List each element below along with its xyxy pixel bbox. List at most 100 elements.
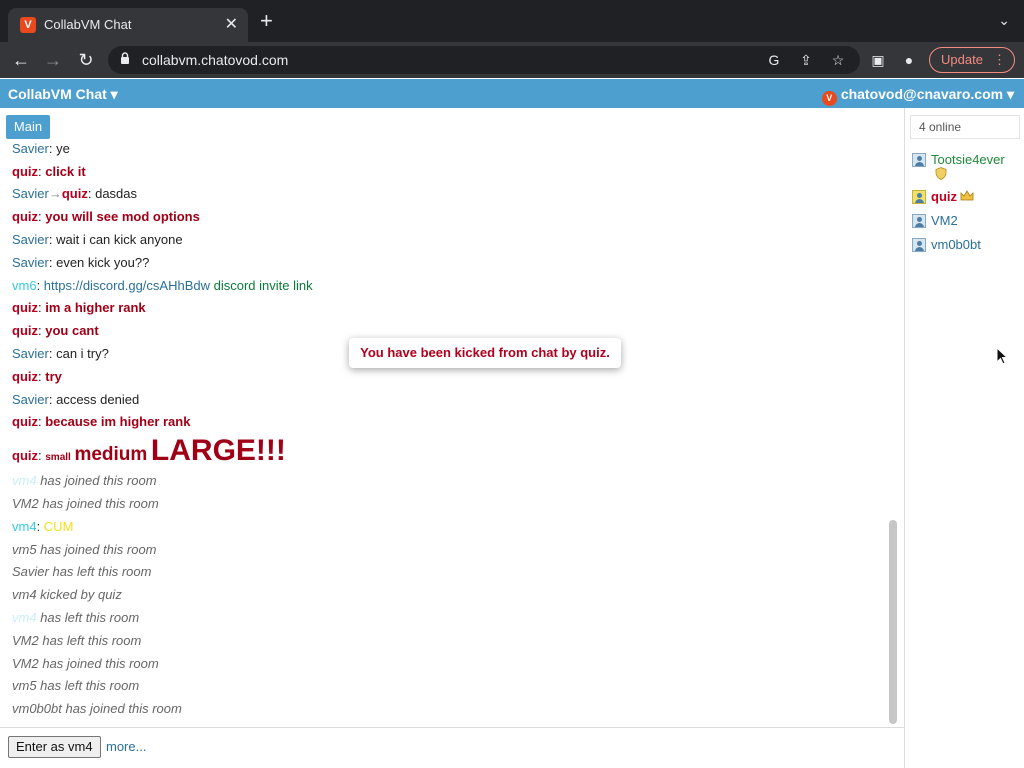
message-user[interactable]: Savier (12, 392, 49, 407)
message-text: even kick you?? (56, 255, 150, 270)
message-text: because im higher rank (45, 414, 191, 429)
message-text: you will see mod options (45, 209, 200, 224)
message-user[interactable]: quiz (12, 369, 38, 384)
message-user[interactable]: quiz (12, 300, 38, 315)
user-list-item[interactable]: vm0b0bt (912, 237, 981, 252)
chat-message: Savier→quiz: dasdas (12, 186, 137, 201)
user-list-item[interactable]: Tootsie4ever (912, 152, 1005, 167)
mouse-cursor-icon (996, 347, 1008, 365)
chat-message: Savier: ye (12, 141, 70, 156)
brand-label: CollabVM Chat (8, 86, 107, 102)
new-tab-icon[interactable]: + (260, 10, 273, 32)
message-user[interactable]: vm6 (12, 278, 37, 293)
system-message: vm4 has left this room (12, 610, 139, 625)
message-user[interactable]: quiz (12, 414, 38, 429)
close-tab-icon[interactable]: ✕ (225, 14, 238, 34)
system-message: VM2 has joined this room (12, 656, 159, 671)
update-button[interactable]: Update ⋮ (929, 47, 1015, 73)
system-message: vm4 has joined this room (12, 473, 157, 488)
discord-link[interactable]: https://discord.gg/csAHhBdw (44, 278, 210, 293)
message-text: CUM (43, 519, 74, 534)
user-email: chatovod@cnavaro.com (840, 86, 1004, 102)
message-user[interactable]: vm4 (12, 519, 37, 534)
chat-message: Savier: can i try? (12, 346, 109, 361)
message-text: wait i can kick anyone (56, 232, 183, 247)
chat-message: quiz: because im higher rank (12, 414, 190, 429)
chat-footer: Enter as vm4 more... (0, 727, 905, 768)
user-list-sidebar: 4 online Tootsie4ever quiz VM2 vm0b0bt (904, 108, 1024, 768)
user-name: quiz (931, 189, 957, 204)
update-label: Update (941, 52, 983, 67)
back-icon[interactable]: ← (9, 48, 33, 72)
tab-main[interactable]: Main (6, 115, 50, 139)
message-text: dasdas (95, 186, 138, 201)
message-user[interactable]: Savier (12, 255, 49, 270)
message-user[interactable]: quiz (12, 209, 38, 224)
separator: : (48, 346, 57, 361)
user-logo-icon: V (821, 91, 837, 106)
message-user[interactable]: quiz (12, 323, 38, 338)
chat-message: Savier: even kick you?? (12, 255, 149, 270)
message-user[interactable]: Savier (12, 141, 49, 156)
chevron-down-icon: ▾ (1006, 86, 1014, 102)
browser-toolbar: ← → ↻ collabvm.chatovod.com G ⇪ ☆ ▣ ● Up… (0, 42, 1024, 78)
separator: : (48, 141, 57, 156)
message-text: im a higher rank (45, 300, 146, 315)
separator: : (87, 186, 96, 201)
chat-message: Savier: access denied (12, 392, 139, 407)
message-user[interactable]: Savier (12, 346, 49, 361)
bookmark-star-icon[interactable]: ☆ (829, 51, 847, 69)
system-message: vm0b0bt has joined this room (12, 701, 182, 716)
shield-icon (935, 167, 947, 183)
tab-title: CollabVM Chat (44, 17, 132, 32)
message-text: ye (56, 141, 70, 156)
user-name: VM2 (931, 213, 958, 228)
forward-icon[interactable]: → (41, 48, 65, 72)
message-user[interactable]: Savier (12, 186, 49, 201)
message-user[interactable]: vm4 (12, 473, 37, 488)
browser-tab[interactable]: V CollabVM Chat ✕ (8, 8, 248, 42)
chat-message: vm6: https://discord.gg/csAHhBdw discord… (12, 278, 313, 293)
chat-message: vm4: CUM (12, 519, 73, 534)
brand-menu[interactable]: CollabVM Chat ▾ (8, 86, 118, 103)
user-list-item[interactable]: quiz (912, 189, 974, 204)
chat-message: quiz: small medium LARGE!!! (12, 433, 286, 476)
message-recipient[interactable]: quiz (62, 186, 88, 201)
crown-icon (960, 190, 974, 204)
app-header: CollabVM Chat ▾ Vchatovod@cnavaro.com ▾ (0, 79, 1024, 108)
message-user[interactable]: vm4 (12, 610, 37, 625)
address-bar[interactable]: collabvm.chatovod.com G ⇪ ☆ (108, 46, 860, 74)
more-link[interactable]: more... (106, 739, 146, 754)
share-icon[interactable]: ⇪ (797, 51, 815, 69)
tab-search-chevron-icon[interactable]: ⌄ (998, 12, 1010, 29)
system-message: VM2 has joined this room (12, 496, 159, 511)
online-count: 4 online (910, 115, 1020, 139)
browser-tab-bar: V CollabVM Chat ✕ + ⌄ (0, 0, 1024, 42)
message-user[interactable]: quiz (12, 448, 38, 463)
user-list-item[interactable]: VM2 (912, 213, 958, 228)
message-user[interactable]: quiz (12, 164, 38, 179)
message-user[interactable]: Savier (12, 232, 49, 247)
private-arrow-icon: → (48, 186, 62, 201)
separator: : (36, 278, 44, 293)
avatar (912, 238, 926, 252)
reload-icon[interactable]: ↻ (74, 48, 98, 72)
avatar (912, 214, 926, 228)
chat-message: quiz: click it (12, 164, 86, 179)
message-text: can i try? (56, 346, 109, 361)
avatar (912, 190, 926, 204)
message-text: try (45, 369, 62, 384)
separator: : (36, 519, 44, 534)
side-panel-icon[interactable]: ▣ (868, 50, 888, 70)
chat-scrollbar-thumb[interactable] (889, 520, 897, 724)
message-text: has left this room (40, 610, 140, 625)
profile-icon[interactable]: ● (899, 50, 919, 70)
message-text: click it (45, 164, 86, 179)
chat-message: Savier: wait i can kick anyone (12, 232, 183, 247)
message-text-medium: medium (74, 444, 148, 465)
system-message: Savier has left this room (12, 564, 152, 579)
system-message: vm4 kicked by quiz (12, 587, 122, 602)
google-icon[interactable]: G (765, 51, 783, 69)
enter-as-button[interactable]: Enter as vm4 (8, 736, 101, 758)
user-menu[interactable]: Vchatovod@cnavaro.com ▾ (821, 86, 1014, 106)
